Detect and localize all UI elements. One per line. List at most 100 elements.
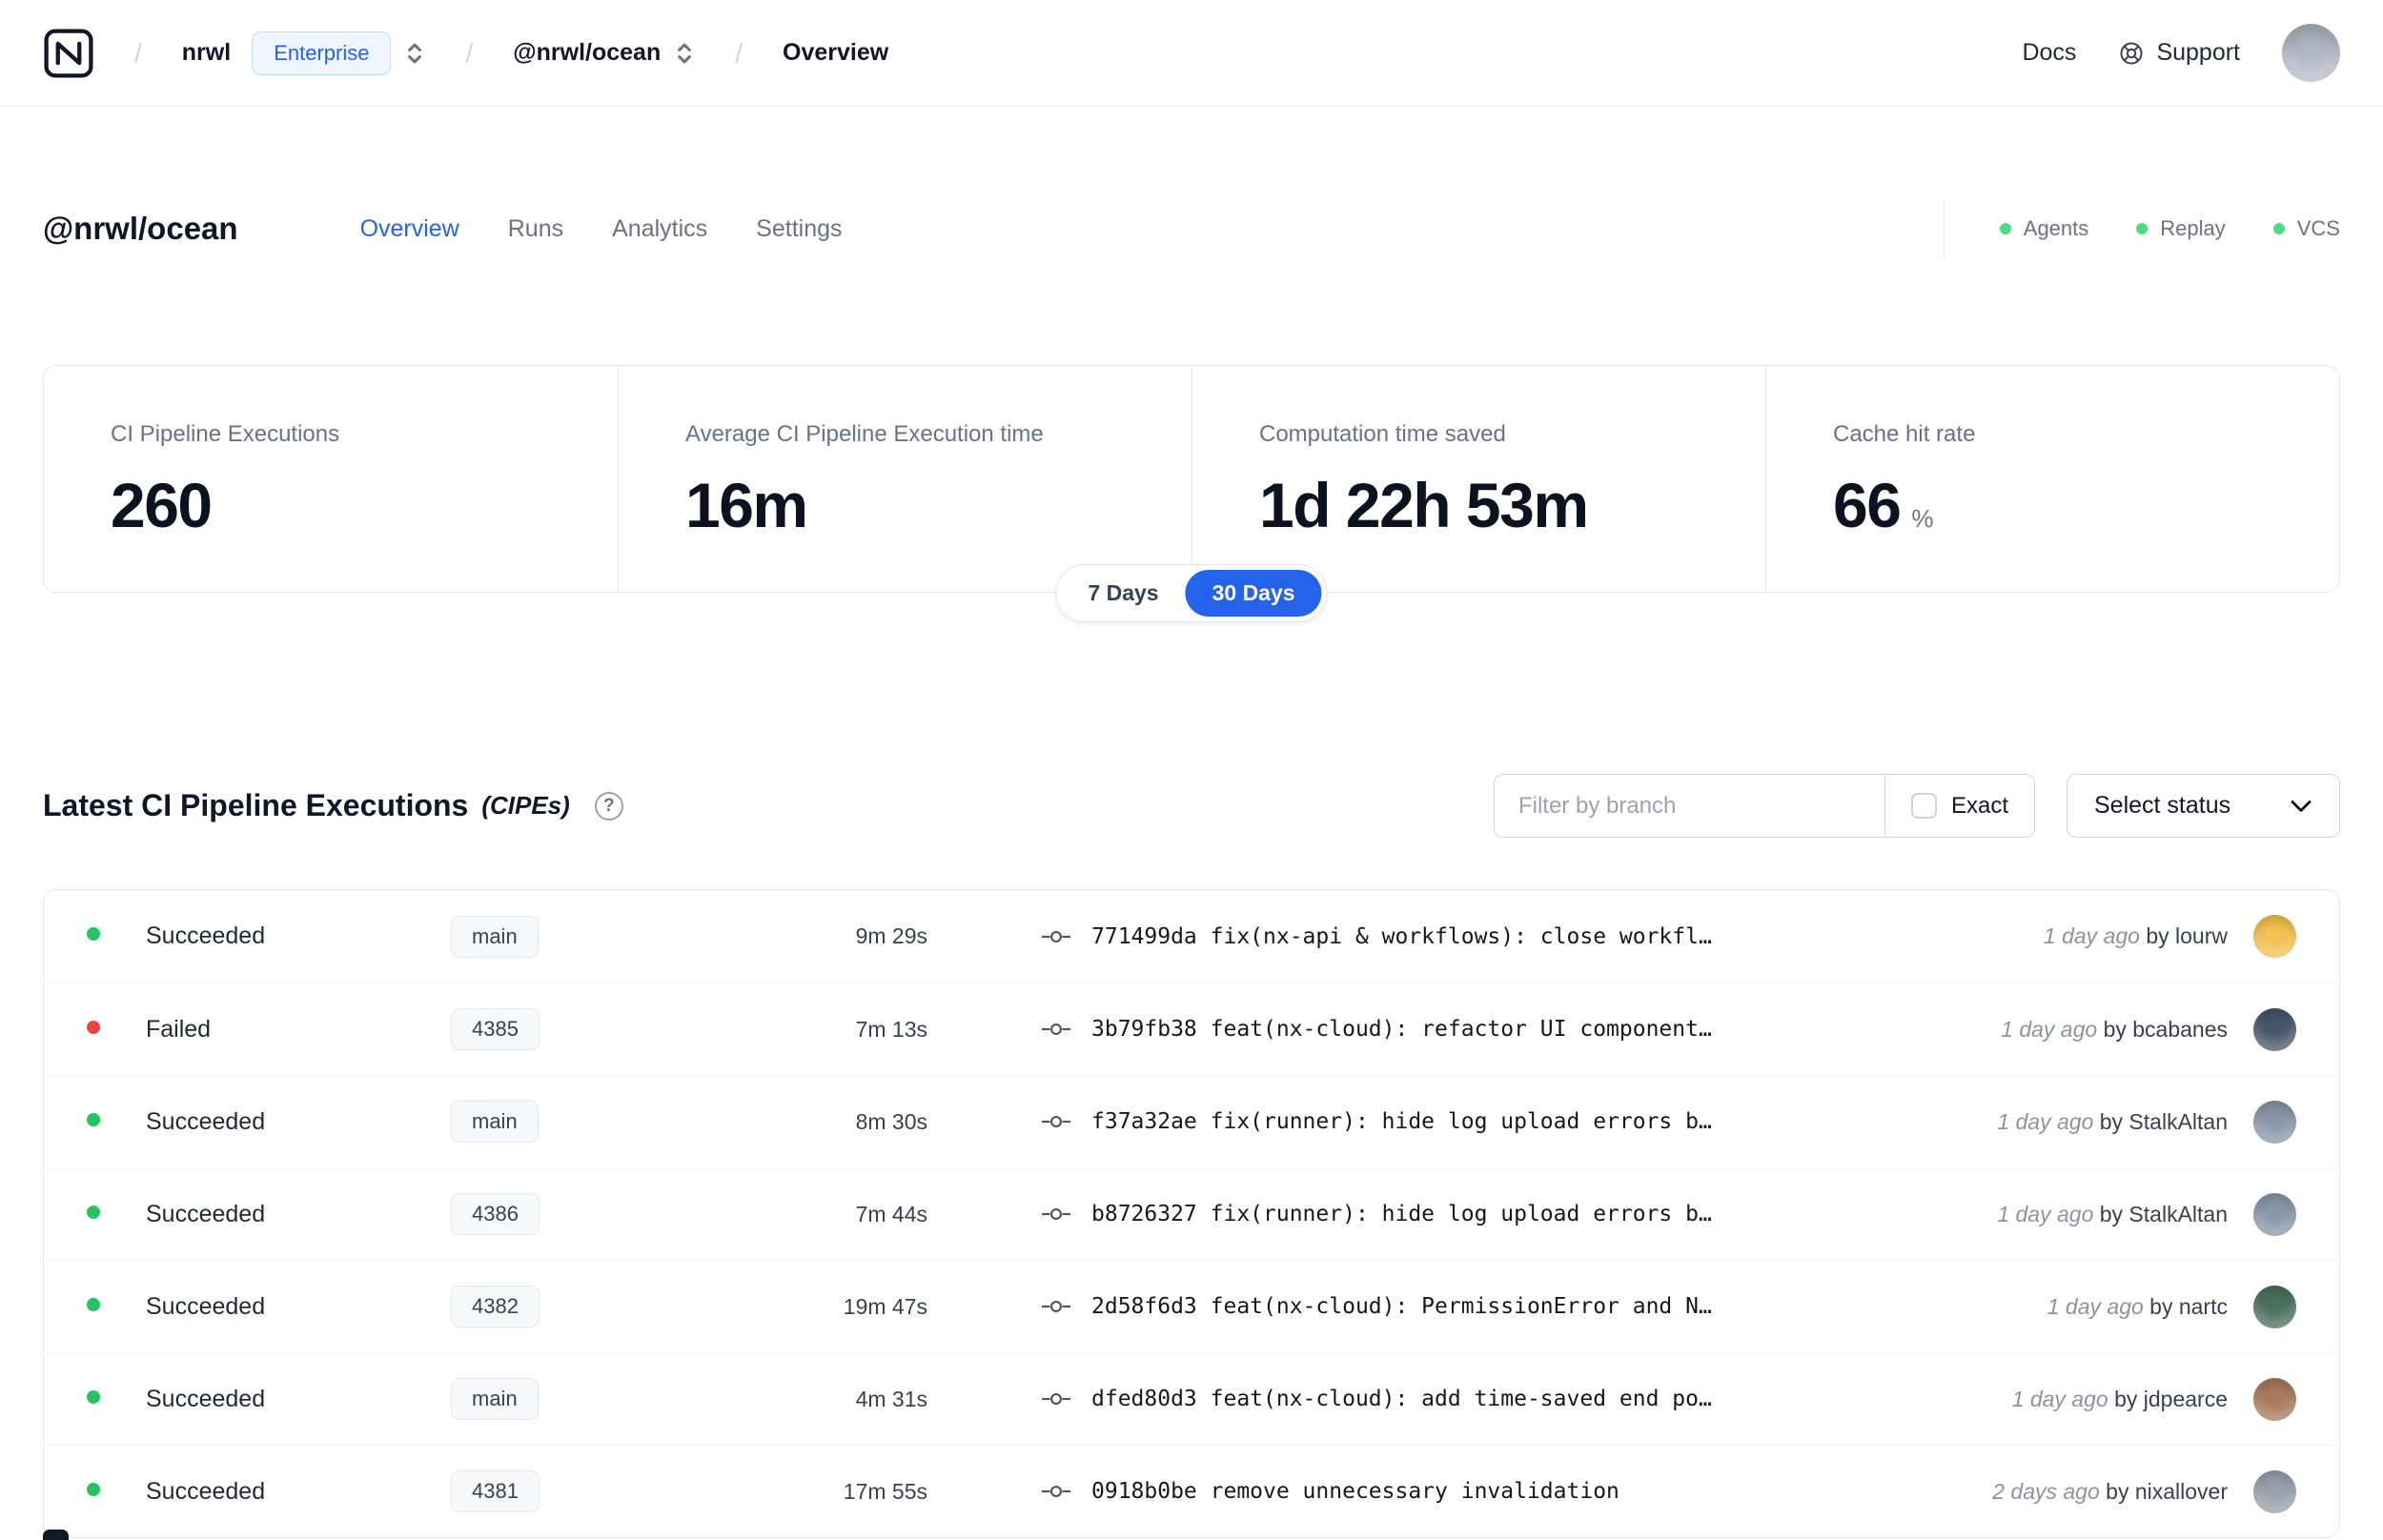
tab-overview[interactable]: Overview: [360, 215, 459, 243]
tab-analytics[interactable]: Analytics: [612, 215, 707, 243]
range-option-30d[interactable]: 30 Days: [1185, 570, 1322, 617]
status-dot: [87, 1020, 100, 1034]
cipe-table: Succeeded main 9m 29s 771499da fix(nx-ap…: [43, 889, 2340, 1538]
date-range-toggle: 7 Days 30 Days: [1055, 564, 1328, 622]
cipe-row[interactable]: Succeeded main 9m 29s 771499da fix(nx-ap…: [44, 890, 2339, 983]
duration: 19m 47s: [843, 1293, 927, 1319]
avatar: [2253, 1100, 2296, 1144]
user-avatar[interactable]: [2282, 24, 2340, 82]
exact-checkbox[interactable]: [1910, 793, 1937, 819]
stat-value: 66: [1833, 470, 1902, 540]
branch-badge: main: [451, 1378, 539, 1420]
row-time: 1 day ago: [1997, 1201, 2094, 1226]
workspace-title: @nrwl/ocean: [43, 211, 238, 246]
cipe-row[interactable]: Failed 4385 7m 13s 3b79fb38 feat(nx-clou…: [44, 983, 2339, 1075]
tab-settings[interactable]: Settings: [756, 215, 842, 243]
exact-filter-segment: Exact: [1884, 774, 2035, 838]
branch-badge: 4381: [451, 1470, 540, 1512]
breadcrumb-separator: /: [735, 37, 743, 68]
stat-value: 260: [111, 470, 213, 540]
status-label: Succeeded: [146, 1107, 266, 1135]
cipe-row[interactable]: Succeeded main 4m 31s dfed80d3 feat(nx-c…: [44, 1352, 2339, 1445]
status-dot: [87, 927, 100, 941]
enterprise-badge[interactable]: Enterprise: [252, 30, 392, 75]
support-link[interactable]: Support: [2118, 39, 2240, 67]
help-icon[interactable]: ?: [594, 791, 623, 821]
stat-label: Computation time saved: [1259, 421, 1506, 447]
indicator-replay[interactable]: Replay: [2136, 216, 2226, 241]
top-navbar: / nrwl Enterprise / @nrwl/ocean / Overvi…: [0, 0, 2383, 107]
breadcrumb-org[interactable]: nrwl: [182, 39, 231, 67]
navbar-right: Docs Support: [2022, 24, 2340, 82]
status-dot: [87, 1112, 100, 1126]
green-dot-icon: [2136, 223, 2149, 234]
indicator-agents[interactable]: Agents: [1999, 216, 2088, 241]
green-dot-icon: [1999, 223, 2011, 234]
cipe-row[interactable]: Succeeded 4382 19m 47s 2d58f6d3 feat(nx-…: [44, 1260, 2339, 1352]
avatar: [2253, 1377, 2296, 1421]
workspace-switcher-icon[interactable]: [674, 38, 695, 69]
commit-icon: [1042, 1486, 1070, 1497]
cipe-section-header: Latest CI Pipeline Executions (CIPEs) ? …: [43, 774, 2340, 838]
cipe-row[interactable]: Succeeded 4386 7m 44s b8726327 fix(runne…: [44, 1167, 2339, 1260]
cipe-row[interactable]: Succeeded 4381 17m 55s 0918b0be remove u…: [44, 1445, 2339, 1537]
tab-runs[interactable]: Runs: [508, 215, 563, 243]
indicator-vcs[interactable]: VCS: [2272, 216, 2340, 241]
row-author: by StalkAltan: [2099, 1108, 2228, 1134]
status-indicators: Agents Replay VCS: [1943, 198, 2340, 259]
workspace-tabs: Overview Runs Analytics Settings: [360, 215, 843, 243]
commit-message: 771499da fix(nx-api & workflows): close …: [1091, 923, 1712, 949]
commit-message: 2d58f6d3 feat(nx-cloud): PermissionError…: [1091, 1294, 1712, 1319]
status-label: Succeeded: [146, 1385, 266, 1412]
commit-message: f37a32ae fix(runner): hide log upload er…: [1091, 1109, 1712, 1134]
breadcrumb-page: Overview: [783, 39, 889, 66]
stat-label: Average CI Pipeline Execution time: [685, 421, 1044, 447]
status-select-button[interactable]: Select status: [2067, 774, 2340, 838]
docs-link[interactable]: Docs: [2022, 39, 2076, 67]
stat-card-cache-hit: Cache hit rate 66%: [1765, 366, 2339, 592]
row-author: by jdpearce: [2114, 1386, 2228, 1411]
commit-icon: [1042, 1301, 1070, 1312]
avatar: [2253, 1469, 2296, 1513]
commit-icon: [1042, 1023, 1070, 1035]
duration: 9m 29s: [855, 923, 927, 948]
row-author: by nixallover: [2106, 1478, 2228, 1504]
chat-widget-partial[interactable]: [43, 1530, 69, 1540]
row-author: by bcabanes: [2103, 1016, 2228, 1042]
branch-badge: 4386: [451, 1193, 540, 1235]
commit-message: b8726327 fix(runner): hide log upload er…: [1091, 1202, 1712, 1226]
status-label: Succeeded: [146, 922, 266, 949]
cipe-row[interactable]: Succeeded main 8m 30s f37a32ae fix(runne…: [44, 1075, 2339, 1167]
exact-label: Exact: [1950, 792, 2008, 819]
cipe-title-suffix: (CIPEs): [481, 791, 570, 820]
row-time: 1 day ago: [2001, 1016, 2098, 1042]
branch-badge: 4382: [451, 1286, 540, 1327]
duration: 7m 44s: [855, 1201, 927, 1226]
duration: 8m 30s: [855, 1108, 927, 1134]
chevron-down-icon: [2291, 800, 2312, 812]
commit-icon: [1042, 1208, 1070, 1220]
branch-badge: 4385: [451, 1008, 540, 1050]
cipe-controls: Exact Select status: [1493, 774, 2340, 838]
nx-logo[interactable]: [43, 28, 94, 79]
indicator-label: VCS: [2296, 216, 2340, 240]
breadcrumb-separator: /: [134, 37, 142, 68]
branch-badge: main: [451, 915, 539, 958]
duration: 17m 55s: [843, 1478, 927, 1504]
stats-section: CI Pipeline Executions 260 Average CI Pi…: [43, 365, 2340, 622]
stats-card-group: CI Pipeline Executions 260 Average CI Pi…: [43, 365, 2340, 593]
org-switcher-icon[interactable]: [404, 38, 425, 69]
duration: 4m 31s: [855, 1386, 927, 1411]
cipe-title: Latest CI Pipeline Executions: [43, 788, 469, 822]
branch-filter-input[interactable]: [1493, 774, 1885, 838]
avatar: [2253, 1192, 2296, 1236]
avatar: [2253, 1285, 2296, 1328]
breadcrumb-workspace[interactable]: @nrwl/ocean: [513, 39, 661, 67]
green-dot-icon: [2272, 223, 2285, 234]
row-author: by lourw: [2146, 923, 2228, 948]
avatar: [2253, 1007, 2296, 1051]
status-dot: [87, 1482, 100, 1496]
row-time: 1 day ago: [1997, 1108, 2094, 1134]
stat-label: CI Pipeline Executions: [111, 421, 340, 447]
range-option-7d[interactable]: 7 Days: [1061, 570, 1185, 617]
